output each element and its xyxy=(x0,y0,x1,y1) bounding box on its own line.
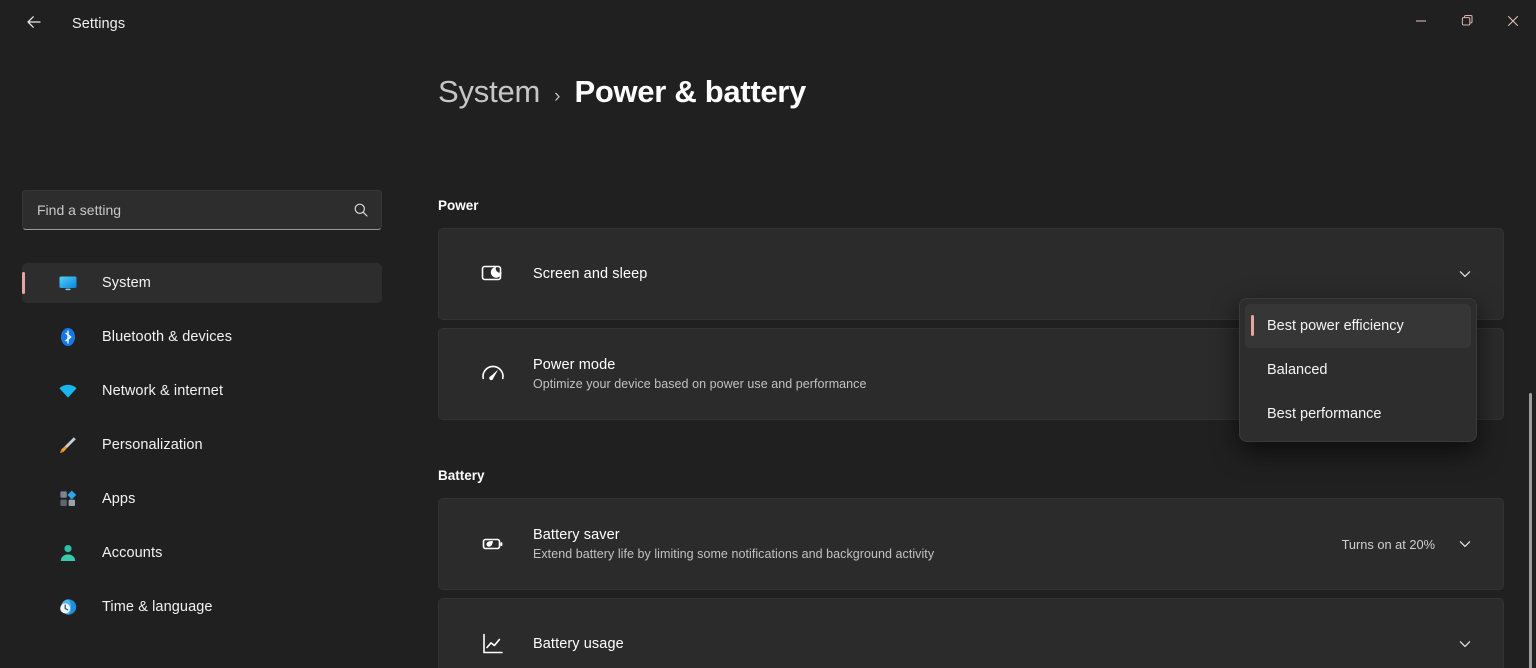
sidebar-item-apps[interactable]: Apps xyxy=(22,479,382,519)
sidebar-item-label: Network & internet xyxy=(102,383,224,399)
window-controls xyxy=(1398,0,1536,48)
search-box[interactable] xyxy=(22,190,382,230)
apps-grid-icon xyxy=(56,487,80,511)
close-button[interactable] xyxy=(1490,0,1536,42)
sidebar-item-label: Time & language xyxy=(102,599,213,615)
title-bar: Settings xyxy=(0,0,1536,48)
row-text: Screen and sleep xyxy=(533,266,1453,282)
power-mode-dropdown-flyout[interactable]: Best power efficiency Balanced Best perf… xyxy=(1239,298,1477,442)
chevron-down-icon[interactable] xyxy=(1453,262,1477,286)
sidebar-item-system[interactable]: System xyxy=(22,263,382,303)
row-right xyxy=(1453,262,1477,286)
content-scrollbar[interactable] xyxy=(1529,393,1532,668)
monitor-icon xyxy=(56,271,80,295)
row-status-value: Turns on at 20% xyxy=(1341,536,1435,552)
maximize-button[interactable] xyxy=(1444,0,1490,42)
sidebar-item-label: System xyxy=(102,275,151,291)
sidebar-item-label: Accounts xyxy=(102,545,163,561)
sidebar-item-accounts[interactable]: Accounts xyxy=(22,533,382,573)
sidebar-nav-list: System Bluetooth & devices Network & int… xyxy=(22,263,382,641)
sidebar-item-label: Apps xyxy=(102,491,136,507)
sidebar-item-personalization[interactable]: Personalization xyxy=(22,425,382,465)
main-content: System › Power & battery Power Screen an… xyxy=(410,48,1536,668)
section-heading-battery: Battery xyxy=(438,468,485,483)
line-chart-icon xyxy=(471,630,515,658)
back-arrow-icon xyxy=(24,12,44,37)
minimize-button[interactable] xyxy=(1398,0,1444,42)
section-heading-power: Power xyxy=(438,198,479,213)
dropdown-option-label: Balanced xyxy=(1267,362,1328,378)
battery-leaf-icon xyxy=(471,530,515,558)
person-icon xyxy=(56,541,80,565)
clock-globe-icon xyxy=(56,595,80,619)
sidebar-item-bluetooth-devices[interactable]: Bluetooth & devices xyxy=(22,317,382,357)
paintbrush-icon xyxy=(56,433,80,457)
back-button[interactable] xyxy=(14,8,54,40)
dropdown-option-label: Best power efficiency xyxy=(1267,318,1404,334)
monitor-moon-icon xyxy=(471,260,515,288)
row-battery-usage[interactable]: Battery usage xyxy=(438,598,1504,668)
dropdown-option-label: Best performance xyxy=(1267,406,1382,422)
page-title: Power & battery xyxy=(574,74,806,109)
close-icon xyxy=(1506,14,1520,28)
row-right xyxy=(1453,632,1477,656)
chevron-down-icon[interactable] xyxy=(1453,632,1477,656)
sidebar-item-label: Personalization xyxy=(102,437,203,453)
search-icon[interactable] xyxy=(341,201,381,219)
app-title: Settings xyxy=(72,16,126,32)
sidebar-item-label: Bluetooth & devices xyxy=(102,329,233,345)
row-title: Screen and sleep xyxy=(533,266,648,282)
row-text: Battery usage xyxy=(533,636,1453,652)
search-input[interactable] xyxy=(23,202,341,218)
chevron-down-icon[interactable] xyxy=(1453,532,1477,556)
breadcrumb-separator-icon: › xyxy=(554,86,561,107)
row-subtitle: Extend battery life by limiting some not… xyxy=(533,547,935,561)
breadcrumb: System › Power & battery xyxy=(438,74,806,110)
dropdown-option-best-performance[interactable]: Best performance xyxy=(1245,392,1471,436)
row-battery-saver[interactable]: Battery saver Extend battery life by lim… xyxy=(438,498,1504,590)
sidebar-item-time-language[interactable]: Time & language xyxy=(22,587,382,627)
bluetooth-icon xyxy=(56,325,80,349)
row-right: Turns on at 20% xyxy=(1342,532,1477,556)
sidebar: System Bluetooth & devices Network & int… xyxy=(0,48,410,668)
speedometer-icon xyxy=(471,360,515,388)
row-title: Battery usage xyxy=(533,636,624,652)
maximize-restore-icon xyxy=(1460,14,1474,28)
breadcrumb-parent-link[interactable]: System xyxy=(438,74,540,110)
dropdown-option-best-power-efficiency[interactable]: Best power efficiency xyxy=(1245,304,1471,348)
minimize-icon xyxy=(1414,14,1428,28)
row-text: Battery saver Extend battery life by lim… xyxy=(533,527,1342,561)
wifi-icon xyxy=(56,379,80,403)
sidebar-item-network-internet[interactable]: Network & internet xyxy=(22,371,382,411)
row-title: Battery saver xyxy=(533,527,620,543)
dropdown-option-balanced[interactable]: Balanced xyxy=(1245,348,1471,392)
